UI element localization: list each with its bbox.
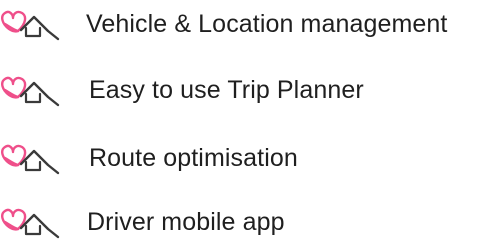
feature-item-route-optimisation: Route optimisation (0, 138, 298, 178)
feature-label: Driver mobile app (87, 208, 285, 236)
heart-house-icon (0, 4, 74, 44)
feature-item-vehicle-location: Vehicle & Location management (0, 4, 447, 44)
heart-house-icon (0, 202, 74, 242)
feature-item-driver-app: Driver mobile app (0, 202, 285, 242)
feature-label: Vehicle & Location management (86, 10, 448, 38)
heart-house-icon (0, 70, 74, 110)
feature-label: Route optimisation (89, 144, 298, 172)
feature-label: Easy to use Trip Planner (89, 76, 364, 104)
feature-item-trip-planner: Easy to use Trip Planner (0, 70, 364, 110)
heart-house-icon (0, 138, 74, 178)
feature-list: Vehicle & Location management Easy to us… (0, 0, 494, 240)
